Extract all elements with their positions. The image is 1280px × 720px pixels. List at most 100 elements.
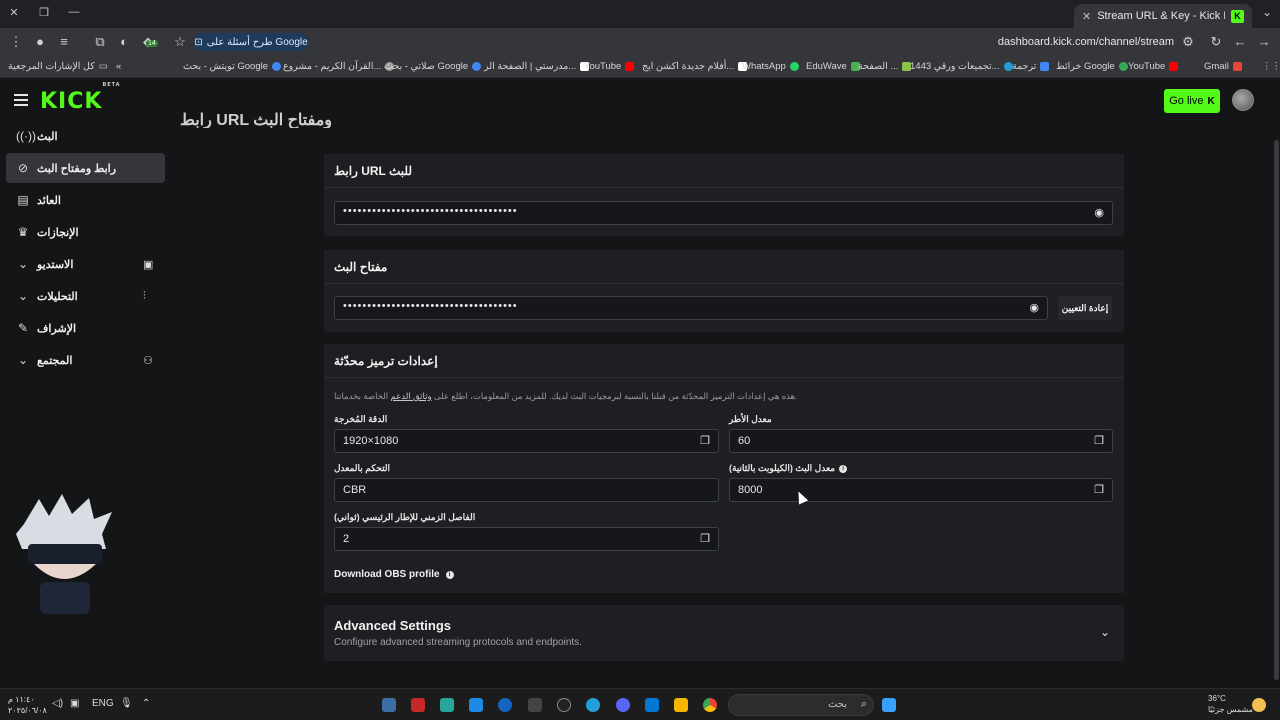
- bookmark-label: EduWave: [806, 61, 847, 72]
- keyframe-value: 2: [343, 533, 350, 545]
- taskbar-app-icon[interactable]: [557, 698, 571, 712]
- keyframe-field[interactable]: 2 ❐: [334, 527, 719, 551]
- store-icon[interactable]: [645, 698, 659, 712]
- rate-control-field[interactable]: CBR: [334, 478, 719, 502]
- sidebar-item-studio[interactable]: ⌄ الاستديو ▣: [6, 249, 165, 279]
- support-docs-link[interactable]: وثائق الدعم: [391, 391, 432, 401]
- go-live-label: Go live: [1169, 95, 1204, 107]
- ask-google-pill[interactable]: ⊡ طرح أسئلة على Google: [194, 33, 308, 51]
- page-title: رابط URL ومفتاح البث: [180, 112, 333, 128]
- bookmark-item[interactable]: خرائط Google: [1056, 61, 1128, 72]
- back-icon[interactable]: →: [1256, 34, 1272, 49]
- menu-kebab-icon[interactable]: ⋮: [8, 34, 24, 50]
- taskbar-app-icon[interactable]: [411, 698, 425, 712]
- reload-icon[interactable]: ↻: [1208, 34, 1224, 50]
- info-icon[interactable]: i: [839, 464, 848, 473]
- tab-search-icon[interactable]: ⌄: [1262, 5, 1272, 19]
- sidebar-item-achievements[interactable]: ♛ الإنجازات: [6, 217, 165, 247]
- sidebar-item-revenue[interactable]: ▤ العائد: [6, 185, 165, 215]
- resolution-field[interactable]: 1920×1080 ❐: [334, 429, 719, 453]
- taskbar-app-icon[interactable]: [528, 698, 542, 712]
- taskbar-app-icon[interactable]: [440, 698, 454, 712]
- share-icon[interactable]: ⧉: [92, 34, 108, 50]
- encoding-description: هذه هي إعدادات الترميز المحدّثة من قبلنا…: [334, 391, 798, 402]
- page-scrollbar[interactable]: [1274, 140, 1279, 680]
- forward-icon[interactable]: ←: [1232, 34, 1248, 49]
- go-live-button[interactable]: Go live K: [1164, 89, 1220, 113]
- translate-icon[interactable]: ◐: [116, 34, 132, 49]
- bookmarks-apps-icon[interactable]: ⋮⋮: [1262, 61, 1280, 72]
- card-title: مفتاح البث: [334, 260, 388, 274]
- stream-key-field[interactable]: •••••••••••••••••••••••••••••••••••• ◉: [334, 296, 1048, 320]
- network-icon[interactable]: ▣: [70, 698, 79, 709]
- bookmark-item[interactable]: الصفحة ...: [858, 61, 912, 72]
- bookmark-item[interactable]: EduWave: [806, 61, 860, 72]
- site-settings-icon[interactable]: ⚙: [1180, 34, 1196, 50]
- copy-icon[interactable]: ❐: [700, 532, 710, 545]
- profile-avatar-icon[interactable]: ●: [32, 34, 48, 49]
- volume-icon[interactable]: ◁): [52, 698, 63, 709]
- bookmark-item[interactable]: أفلام جديدة اكشن ايج...: [642, 61, 748, 72]
- close-window-icon[interactable]: ✕: [6, 6, 22, 19]
- advanced-settings-card[interactable]: Advanced Settings Configure advanced str…: [324, 605, 1124, 661]
- bookmark-item[interactable]: مدرستي | الصفحة الر...: [484, 61, 590, 72]
- sidebar-item-stream-url-key[interactable]: ⊘ رابط ومفتاح البث: [6, 153, 165, 183]
- bookmark-label: YouTube: [1128, 61, 1166, 72]
- sidebar-item-moderation[interactable]: ✎ الإشراف: [6, 313, 165, 343]
- system-clock[interactable]: ١١:٤٠ م ٢٠٢٥/٠٦/٠٨: [8, 694, 47, 716]
- reset-key-button[interactable]: إعادة التعيين: [1058, 296, 1112, 320]
- tab-title: Stream URL & Key - Kick Dashb: [1097, 10, 1225, 22]
- all-bookmarks[interactable]: كل الإشارات المرجعية ▭: [8, 61, 108, 72]
- chrome-icon[interactable]: [703, 698, 717, 712]
- hamburger-menu-icon[interactable]: [14, 94, 28, 106]
- active-tab[interactable]: ✕ Stream URL & Key - Kick Dashb K: [1074, 4, 1252, 28]
- kick-logo[interactable]: KICKBETA: [40, 82, 121, 114]
- taskbar-app-icon[interactable]: [469, 698, 483, 712]
- minimize-window-icon[interactable]: —: [66, 6, 82, 18]
- search-label: بحث: [827, 699, 847, 710]
- language-indicator[interactable]: ENG: [92, 698, 114, 709]
- bookmark-item[interactable]: WhatsApp: [742, 61, 799, 72]
- restore-window-icon[interactable]: ❐: [36, 6, 52, 19]
- windows-start-icon[interactable]: [882, 698, 896, 712]
- sidebar-item-community[interactable]: ⌄ المجتمع ⚇: [6, 345, 165, 375]
- copy-icon[interactable]: ❐: [700, 434, 710, 447]
- download-obs-profile[interactable]: Download OBS profile i: [334, 569, 454, 580]
- discord-icon[interactable]: [616, 698, 630, 712]
- bookmark-item[interactable]: YouTube: [584, 61, 635, 72]
- tray-overflow-icon[interactable]: ⌃: [142, 698, 150, 709]
- eye-icon[interactable]: ◉: [1094, 206, 1104, 219]
- bookmark-item[interactable]: ترجمة: [1012, 61, 1050, 72]
- weather-widget[interactable]: 36°C مشمس جزئيًا: [1208, 693, 1253, 715]
- url-field[interactable]: dashboard.kick.com/channel/stream: [998, 36, 1174, 48]
- taskbar-search[interactable]: بحث ⌕: [728, 694, 874, 716]
- bookmark-item[interactable]: القرآن الكريم - مشروع...: [283, 61, 395, 72]
- tab-close-icon[interactable]: ✕: [1082, 10, 1091, 23]
- copy-icon[interactable]: ❐: [1094, 483, 1104, 496]
- broadcast-icon: ((·)): [16, 129, 36, 143]
- bookmark-item[interactable]: تويتش - بحث Google: [183, 61, 282, 72]
- telegram-icon[interactable]: [586, 698, 600, 712]
- bookmark-item[interactable]: تجميعات ورقي 1443...: [910, 61, 1013, 72]
- bookmark-star-icon[interactable]: ☆: [172, 34, 188, 50]
- eye-icon[interactable]: ◉: [1029, 301, 1039, 314]
- user-avatar[interactable]: [1232, 89, 1254, 111]
- sidebar-item-analytics[interactable]: ⌄ التحليلات ⫶: [6, 281, 165, 311]
- file-explorer-icon[interactable]: [674, 698, 688, 712]
- sidebar-item-stream[interactable]: ((·)) البث: [6, 121, 165, 151]
- microphone-icon[interactable]: 🎙: [120, 698, 133, 709]
- bookmark-item[interactable]: Gmail: [1204, 61, 1242, 72]
- obs-label: Download OBS profile: [334, 569, 440, 580]
- bookmark-item[interactable]: YouTube: [1128, 61, 1179, 72]
- taskbar-app-icon[interactable]: [498, 698, 512, 712]
- chevron-down-icon[interactable]: ⌄: [1100, 625, 1110, 639]
- extension-icon[interactable]: ≡: [56, 34, 72, 49]
- bookmark-item[interactable]: صلاتي - بحث Google: [384, 61, 482, 72]
- copy-icon[interactable]: ❐: [1094, 434, 1104, 447]
- bitrate-field[interactable]: 8000 ❐: [729, 478, 1113, 502]
- info-icon[interactable]: i: [445, 570, 454, 579]
- fps-field[interactable]: 60 ❐: [729, 429, 1113, 453]
- stream-url-field[interactable]: •••••••••••••••••••••••••••••••••••• ◉: [334, 201, 1113, 225]
- taskbar-app-icon[interactable]: [382, 698, 396, 712]
- bookmarks-overflow-icon[interactable]: «: [116, 61, 121, 72]
